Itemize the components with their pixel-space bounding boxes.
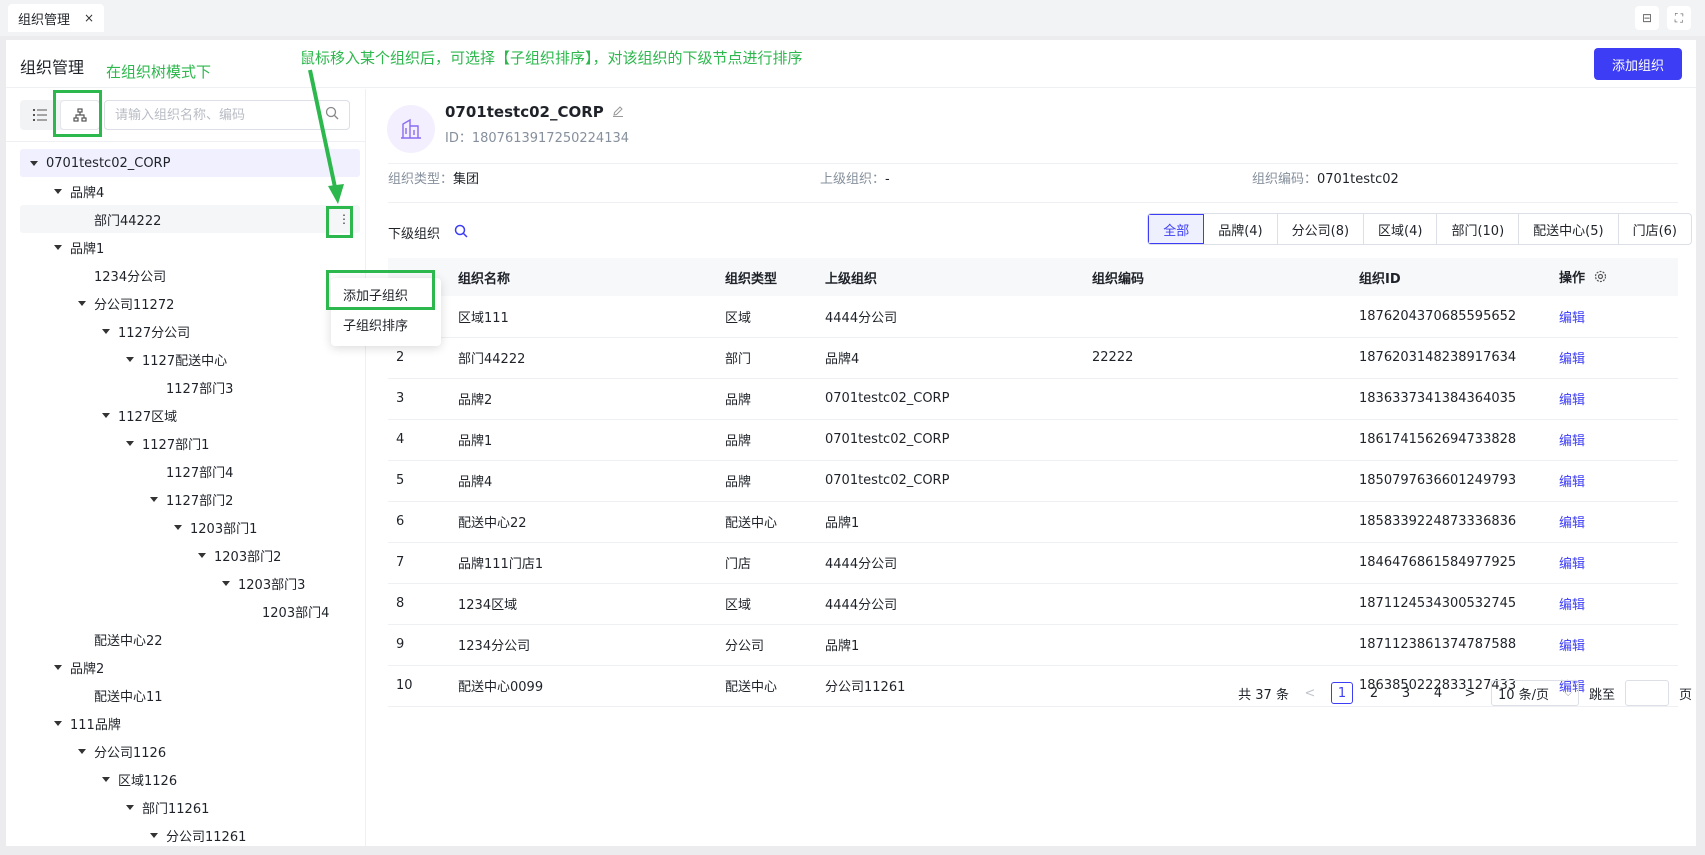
- annotation-arrow: [308, 69, 344, 204]
